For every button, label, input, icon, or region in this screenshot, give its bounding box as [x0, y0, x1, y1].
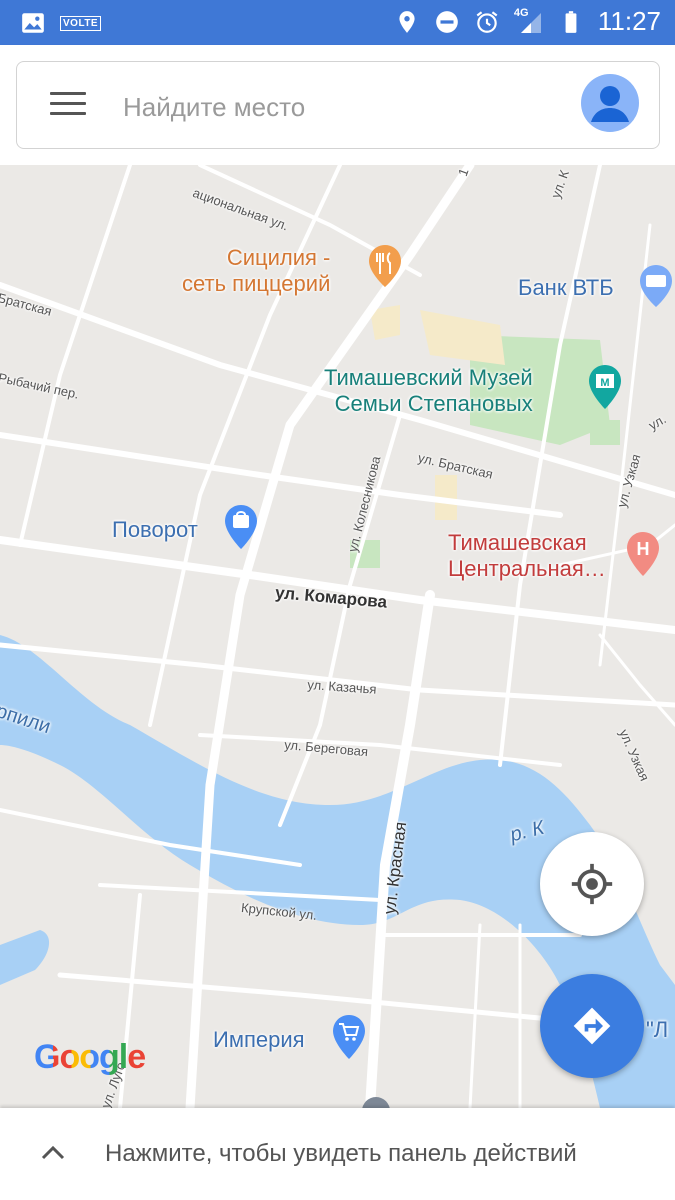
- signal-icon: 4G: [514, 7, 544, 35]
- my-location-button[interactable]: [540, 832, 644, 936]
- location-icon: [399, 10, 415, 33]
- search-input[interactable]: [121, 84, 555, 130]
- poi-imperia[interactable]: Империя: [213, 1027, 305, 1053]
- street-edge-l: "Л: [646, 1017, 669, 1042]
- status-bar: VOLTE 4G 11:27: [0, 0, 675, 45]
- poi-sicilia-line1: Сицилия -: [226, 245, 331, 270]
- shopping-icon[interactable]: [222, 503, 260, 553]
- crosshair-icon: [571, 863, 613, 905]
- chevron-up-icon: [41, 1145, 65, 1160]
- svg-text:M: M: [600, 377, 609, 389]
- poi-hospital-line2: Центральная…: [448, 556, 606, 581]
- search-bar-container: [0, 45, 675, 165]
- transit-icon[interactable]: [360, 1095, 392, 1108]
- menu-icon[interactable]: [50, 92, 86, 120]
- alarm-icon: [476, 10, 498, 33]
- clock: 11:27: [597, 6, 661, 36]
- bank-icon[interactable]: [638, 263, 674, 309]
- poi-museum-line2: Семьи Степановых: [334, 391, 533, 416]
- directions-icon: [573, 1007, 611, 1045]
- restaurant-icon[interactable]: [366, 243, 404, 289]
- poi-museum-line1: Тимашевский Музей: [324, 365, 533, 390]
- google-logo-text: Google: [34, 1038, 146, 1076]
- map-graphics: [0, 165, 675, 1108]
- action-panel-label: Нажмите, чтобы увидеть панель действий: [105, 1140, 577, 1167]
- poi-sicilia[interactable]: Сицилия - сеть пиццерий: [182, 245, 330, 297]
- svg-text:H: H: [637, 539, 650, 559]
- poi-bank[interactable]: Банк ВТБ: [518, 275, 614, 301]
- avatar[interactable]: [581, 74, 639, 132]
- account-icon: [591, 86, 629, 122]
- dnd-icon: [436, 10, 458, 33]
- cart-icon[interactable]: [330, 1013, 368, 1063]
- poi-sicilia-line2: сеть пиццерий: [182, 271, 331, 296]
- action-panel[interactable]: Нажмите, чтобы увидеть панель действий: [0, 1108, 675, 1200]
- poi-museum[interactable]: Тимашевский Музей Семьи Степановых: [324, 365, 533, 417]
- search-box: [16, 61, 660, 149]
- map-canvas[interactable]: Сицилия - сеть пиццерий Банк ВТБ Тимашев…: [0, 165, 675, 1108]
- gallery-icon: [22, 13, 44, 33]
- hospital-icon[interactable]: H: [624, 530, 662, 578]
- directions-button[interactable]: [540, 974, 644, 1078]
- poi-povorot[interactable]: Поворот: [112, 517, 198, 543]
- poi-hospital[interactable]: Тимашевская Центральная…: [448, 530, 606, 582]
- poi-hospital-line1: Тимашевская: [448, 530, 587, 555]
- battery-icon: [565, 10, 577, 33]
- google-logo: Google: [34, 1038, 146, 1077]
- volte-indicator: VOLTE: [60, 15, 102, 31]
- museum-icon[interactable]: M: [586, 363, 624, 411]
